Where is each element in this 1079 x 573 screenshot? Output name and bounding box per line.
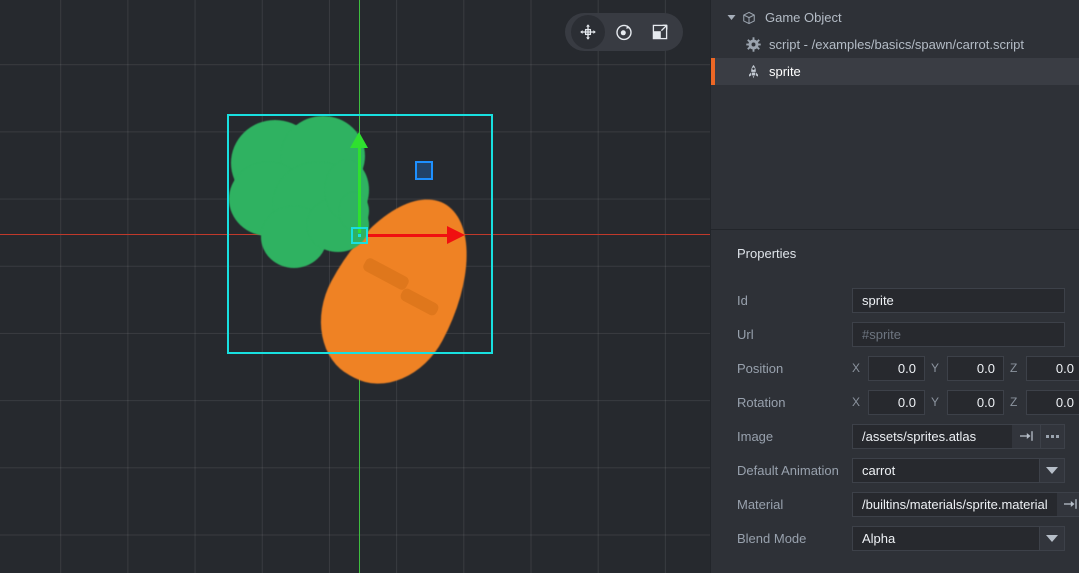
material-input[interactable]: /builtins/materials/sprite.material xyxy=(852,491,1057,517)
gizmo-center-handle[interactable] xyxy=(351,227,368,244)
property-row-id: Id sprite xyxy=(711,283,1079,317)
scale-icon xyxy=(652,24,668,40)
rotation-x-axis-label: X xyxy=(852,395,861,409)
sprite-icon xyxy=(743,64,763,79)
property-row-position: Position X 0.0 Y 0.0 Z 0.0 xyxy=(711,351,1079,385)
default-animation-label: Default Animation xyxy=(737,462,839,478)
cube-icon xyxy=(739,11,759,25)
default-animation-value: carrot xyxy=(852,457,1039,483)
material-resource-field: /builtins/materials/sprite.material xyxy=(852,491,1079,517)
property-row-image: Image /assets/sprites.atlas xyxy=(711,419,1079,453)
position-y-input[interactable]: 0.0 xyxy=(947,355,1004,381)
position-label: Position xyxy=(737,360,784,376)
image-label: Image xyxy=(737,428,774,444)
gear-icon xyxy=(743,37,763,52)
blend-mode-select[interactable]: Alpha xyxy=(852,525,1065,551)
goto-resource-glyph xyxy=(1019,431,1033,441)
outline-item-script[interactable]: script - /examples/basics/spawn/carrot.s… xyxy=(711,31,1079,58)
goto-resource-icon[interactable] xyxy=(1056,491,1079,517)
url-label: Url xyxy=(737,326,754,342)
right-panel: Game Object script - /examples/basics/sp… xyxy=(710,0,1079,573)
position-x-input[interactable]: 0.0 xyxy=(868,355,925,381)
gizmo-y-arrowhead[interactable] xyxy=(350,132,368,148)
move-tool-button[interactable] xyxy=(571,15,605,49)
outline-tree[interactable]: Game Object script - /examples/basics/sp… xyxy=(711,0,1079,229)
goto-resource-icon[interactable] xyxy=(1012,423,1041,449)
property-row-rotation: Rotation X 0.0 Y 0.0 Z 0.0 xyxy=(711,385,1079,419)
rotation-label: Rotation xyxy=(737,394,786,410)
property-row-material: Material /builtins/materials/sprite.mate… xyxy=(711,487,1079,521)
id-label: Id xyxy=(737,292,748,308)
rotation-x-input[interactable]: 0.0 xyxy=(868,389,925,415)
property-row-default-animation: Default Animation carrot xyxy=(711,453,1079,487)
viewport-toolbar xyxy=(565,13,683,51)
rotation-y-input[interactable]: 0.0 xyxy=(947,389,1004,415)
ellipsis-icon xyxy=(1046,434,1059,438)
property-row-blend-mode: Blend Mode Alpha xyxy=(711,521,1079,555)
blend-mode-label: Blend Mode xyxy=(737,530,807,546)
position-z-axis-label: Z xyxy=(1010,361,1018,375)
blend-mode-value: Alpha xyxy=(852,525,1039,551)
rotation-z-input[interactable]: 0.0 xyxy=(1026,389,1079,415)
outline-item-label: script - /examples/basics/spawn/carrot.s… xyxy=(769,37,1025,52)
position-z-input[interactable]: 0.0 xyxy=(1026,355,1079,381)
gizmo-x-arrowhead[interactable] xyxy=(447,226,465,244)
outline-item-game-object[interactable]: Game Object xyxy=(711,4,1079,31)
property-row-url: Url #sprite xyxy=(711,317,1079,351)
disclosure-triangle-icon[interactable] xyxy=(723,13,739,22)
image-input[interactable]: /assets/sprites.atlas xyxy=(852,423,1012,449)
position-y-axis-label: Y xyxy=(931,361,940,375)
chevron-down-icon[interactable] xyxy=(1039,525,1065,551)
image-resource-field: /assets/sprites.atlas xyxy=(852,423,1065,449)
outline-item-label: sprite xyxy=(769,64,801,79)
scale-tool-button[interactable] xyxy=(643,15,677,49)
outline-item-sprite[interactable]: sprite xyxy=(711,58,1079,85)
gizmo-z-plane-handle[interactable] xyxy=(415,161,433,180)
goto-resource-glyph xyxy=(1064,499,1077,509)
rotation-z-axis-label: Z xyxy=(1010,395,1018,409)
rotate-tool-button[interactable] xyxy=(607,15,641,49)
url-input[interactable]: #sprite xyxy=(852,321,1065,347)
editor-window: Game Object script - /examples/basics/sp… xyxy=(0,0,1079,573)
default-animation-select[interactable]: carrot xyxy=(852,457,1065,483)
chevron-down-icon[interactable] xyxy=(1039,457,1065,483)
rotate-icon xyxy=(616,24,632,41)
properties-title: Properties xyxy=(737,246,797,261)
image-browse-button[interactable] xyxy=(1041,423,1065,449)
properties-panel: Properties Id sprite Url #sprite Positio… xyxy=(711,232,1079,573)
material-label: Material xyxy=(737,496,784,512)
outline-item-label: Game Object xyxy=(765,10,842,25)
id-input[interactable]: sprite xyxy=(852,287,1065,313)
position-x-axis-label: X xyxy=(852,361,861,375)
scene-viewport[interactable] xyxy=(0,0,710,573)
gizmo-y-axis[interactable] xyxy=(358,143,361,233)
rotation-y-axis-label: Y xyxy=(931,395,940,409)
move-icon xyxy=(580,24,596,40)
